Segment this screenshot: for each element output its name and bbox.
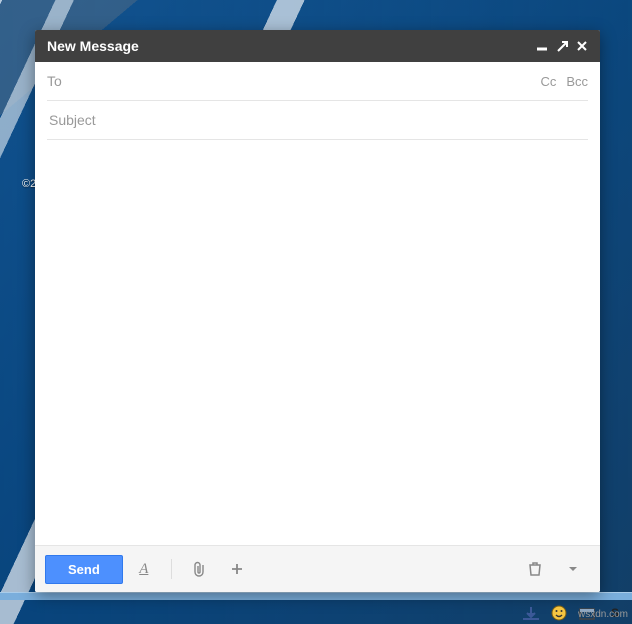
to-label: To [47, 73, 62, 89]
emoji-tray-icon[interactable] [550, 604, 568, 622]
watermark-text: wsxdn.com [578, 609, 628, 620]
download-arrow-icon[interactable] [522, 604, 540, 622]
desktop-background: ©2 New Message To Cc [0, 0, 632, 624]
send-button[interactable]: Send [45, 555, 123, 584]
minimize-icon[interactable] [536, 40, 548, 52]
compose-titlebar[interactable]: New Message [35, 30, 600, 62]
subject-row[interactable] [47, 101, 588, 140]
toolbar-divider [171, 559, 172, 579]
header-fields: To Cc Bcc [35, 62, 600, 140]
formatting-icon[interactable]: A [127, 554, 161, 584]
insert-icon[interactable] [220, 554, 254, 584]
window-controls [536, 40, 588, 52]
compose-window: New Message To Cc Bcc [35, 30, 600, 592]
discard-icon[interactable] [518, 554, 552, 584]
compose-title: New Message [47, 38, 139, 54]
cc-toggle[interactable]: Cc [540, 74, 556, 89]
to-row[interactable]: To Cc Bcc [47, 62, 588, 101]
attach-icon[interactable] [182, 554, 216, 584]
popout-icon[interactable] [556, 40, 568, 52]
more-options-icon[interactable] [556, 554, 590, 584]
bcc-toggle[interactable]: Bcc [566, 74, 588, 89]
close-icon[interactable] [576, 40, 588, 52]
compose-toolbar: Send A [35, 545, 600, 592]
desktop-divider [0, 592, 632, 600]
to-input[interactable] [70, 72, 541, 90]
message-body[interactable] [35, 140, 600, 545]
subject-input[interactable] [47, 111, 588, 129]
